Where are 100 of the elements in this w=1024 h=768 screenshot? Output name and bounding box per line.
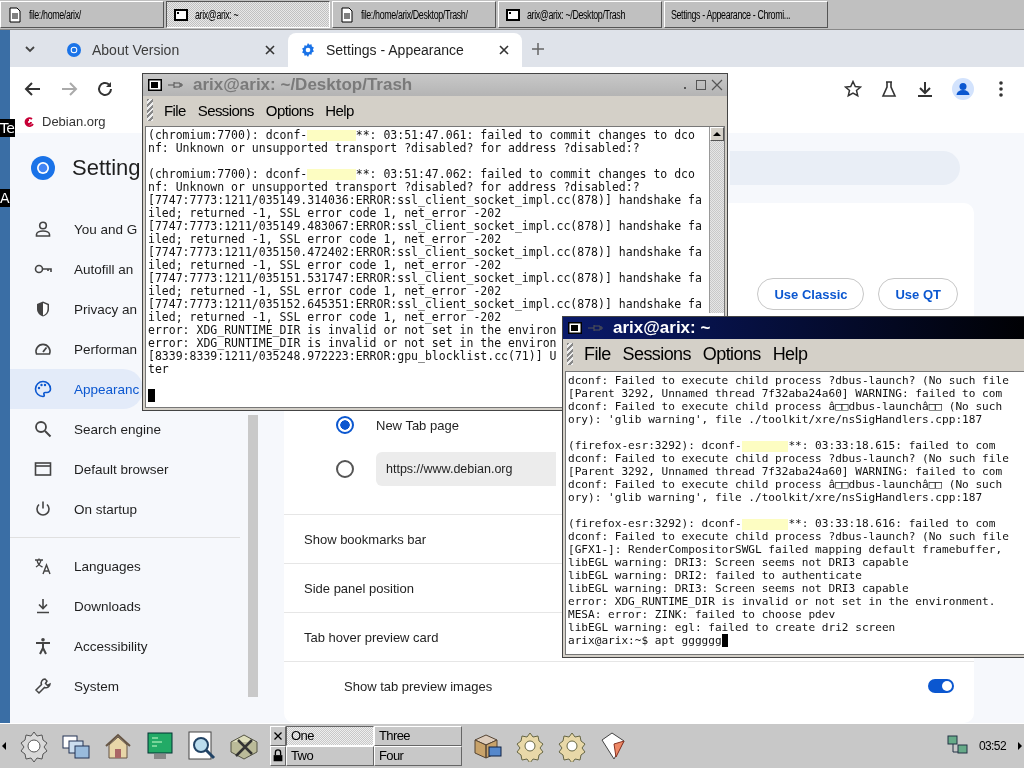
terminal-line: arix@arix:~$ apt gggggg (568, 634, 722, 647)
chromium-icon (66, 42, 82, 59)
desktop-button[interactable]: Four (374, 746, 462, 766)
menu-item[interactable]: Help (771, 343, 809, 365)
sidebar-item[interactable]: Autofill an (10, 249, 138, 289)
gear-icon[interactable] (18, 730, 50, 762)
gear-icon[interactable] (514, 730, 546, 762)
close-icon[interactable] (498, 44, 510, 57)
clock: 03:52 (978, 739, 1006, 753)
setting-label: Side panel position (304, 580, 414, 596)
scrollbar[interactable] (709, 127, 724, 313)
document-icon (339, 6, 355, 23)
scrollbar[interactable] (248, 415, 258, 697)
document-icon (7, 6, 23, 23)
magnifier-icon[interactable] (186, 730, 218, 762)
menu-item[interactable]: File (583, 343, 612, 365)
task-button[interactable]: file:/home/arix/Desktop/Trash/ (332, 1, 496, 28)
terminal-line: dconf: Failed to execute child process â□□dbus-launchâ□□ (No such (568, 478, 1003, 491)
terminal-icon[interactable] (147, 77, 163, 93)
sidebar-item[interactable]: You and G (10, 209, 142, 249)
maximize-icon[interactable] (695, 79, 707, 91)
terminal-line: [Parent 3292, Unnamed thread 7f32aba24a60] WARNING: failed to com (568, 387, 1003, 400)
download-icon[interactable] (916, 80, 934, 98)
option-label: New Tab page (376, 417, 459, 433)
sidebar-item[interactable]: Performan (10, 329, 142, 369)
setting-label: Show bookmarks bar (304, 531, 427, 547)
terminal-line: iled; returned -1, SSL error code 1, net_error -202 (148, 284, 502, 298)
gear-icon[interactable] (556, 730, 588, 762)
terminal-line: [Parent 3292, Unnamed thread 7f32aba24a60] WARNING: failed to com (568, 465, 1003, 478)
window-icon (34, 460, 52, 478)
task-button[interactable]: arix@arix: ~/Desktop/Trash (498, 1, 662, 28)
task-button[interactable]: Settings - Appearance - Chromi... (664, 1, 828, 28)
flask-icon[interactable] (880, 80, 898, 98)
terminal-line: **: 03:51:47.061: failed to commit changes to dco (355, 128, 695, 142)
profile-icon[interactable] (952, 78, 974, 100)
terminal-line: (firefox-esr:3292): dconf- (568, 517, 742, 530)
terminal-line: (firefox-esr:3292): dconf- (568, 439, 742, 452)
sidebar-item[interactable]: Privacy an (10, 289, 142, 329)
menu-item[interactable]: File (163, 101, 187, 119)
terminal-line: nf: Unknown or unsupported transport ?disabled? for address ?disabled:? (148, 141, 640, 155)
reload-icon[interactable] (96, 80, 114, 98)
terminal-line: iled; returned -1, SSL error code 1, net_error -202 (148, 206, 502, 220)
scroll-up-icon[interactable] (710, 127, 724, 141)
new-tab-icon[interactable] (530, 40, 546, 57)
desktop-button[interactable]: Two (286, 746, 374, 766)
radio-button[interactable] (336, 416, 354, 434)
setting-label: Tab hover preview card (304, 629, 439, 645)
close-icon[interactable] (264, 44, 276, 57)
radio-button[interactable] (336, 460, 354, 478)
terminal-line: (chromium:7700): dconf- (148, 167, 308, 181)
desktop-button[interactable]: Three (374, 726, 462, 746)
redaction-mark (741, 440, 789, 452)
menu-grip[interactable] (567, 343, 573, 365)
sidebar-item[interactable]: Languages (10, 546, 145, 586)
terminal-line: [GFX1-]: RenderCompositorSWGL failed mapping default framebuffer, (568, 543, 1003, 556)
browser-tab[interactable]: Settings - Appearance (288, 33, 522, 68)
sidebar-item[interactable]: On startup (10, 489, 142, 529)
menu-item[interactable]: Options (264, 101, 315, 119)
menu-grip[interactable] (147, 99, 153, 121)
monitor-icon[interactable] (144, 730, 176, 762)
bookmark[interactable]: Debian.org (22, 114, 106, 130)
gear-icon (300, 42, 316, 59)
terminal-icon (173, 6, 189, 23)
terminal-line: [7747:7773:1211/035151.531747:ERROR:ssl_client_socket_impl.cc(878)] handshake fa (148, 271, 702, 285)
menu-item[interactable]: Options (701, 343, 762, 365)
lock-icon[interactable] (270, 746, 286, 766)
task-button[interactable]: file:/home/arix/ (0, 1, 164, 28)
terminal-line: nf: Unknown or unsupported transport ?disabled? for address ?disabled:? (148, 180, 640, 194)
theme-button[interactable]: Use Classic (757, 278, 865, 310)
title-bar[interactable]: arix@arix: ~ (563, 317, 1024, 339)
sidebar-item[interactable]: Downloads (10, 586, 145, 626)
sidebar-item[interactable]: Appearanc (10, 369, 144, 409)
setting-label: Show tab preview images (344, 678, 493, 694)
back-icon[interactable] (24, 80, 42, 98)
sidebar-item[interactable]: Accessibility (10, 626, 152, 666)
terminal-line: dconf: Failed to execute child process ?dbus-launch? (No such file (568, 452, 1009, 465)
url-field[interactable]: https://www.debian.org (376, 452, 556, 486)
menu-item[interactable]: Help (324, 101, 355, 119)
task-button[interactable]: arix@arix: ~ (166, 1, 330, 28)
terminal-line: **: 03:33:18.616: failed to com (788, 517, 996, 530)
person-icon (34, 220, 52, 238)
toggle-switch[interactable] (928, 679, 954, 693)
terminal-line: ory): 'glib warning', file ./toolkit/xre/nsSigHandlers.cpp:187 (568, 491, 983, 504)
search-icon (34, 420, 52, 438)
terminal-icon (505, 6, 521, 23)
theme-button[interactable]: Use QT (878, 278, 958, 310)
menu-item[interactable]: Sessions (196, 101, 255, 119)
terminal-line: [7747:7773:1211/035152.645351:ERROR:ssl_client_socket_impl.cc(878)] handshake fa (148, 297, 702, 311)
text-cursor (721, 634, 729, 647)
browser-tab[interactable]: About Version (54, 33, 288, 68)
terminal-line: dconf: Failed to execute child process â□□dbus-launchâ□□ (No such (568, 400, 1003, 413)
menu-item[interactable]: Sessions (621, 343, 692, 365)
star-icon[interactable] (844, 80, 862, 98)
sidebar-item[interactable]: Search engine (10, 409, 166, 449)
sidebar-item[interactable]: System (10, 666, 123, 706)
sidebar-item[interactable]: Default browser (10, 449, 173, 489)
terminal-icon[interactable] (567, 320, 583, 336)
terminal-line: (chromium:7700): dconf- (148, 128, 308, 142)
desktop-button[interactable]: One (286, 726, 374, 746)
desktop-label: A (0, 189, 10, 207)
